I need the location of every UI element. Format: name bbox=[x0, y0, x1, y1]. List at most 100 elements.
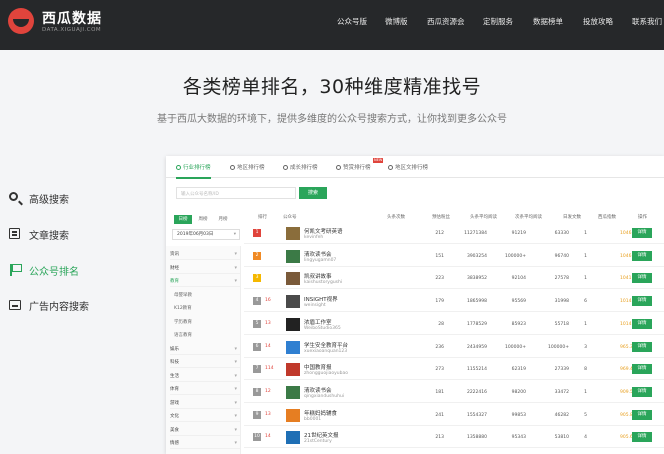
avatar[interactable] bbox=[286, 385, 300, 399]
rank-change: 13 bbox=[265, 411, 271, 417]
category-item[interactable]: 文化 ▾ bbox=[170, 411, 240, 422]
detail-button[interactable]: 详情 bbox=[632, 296, 652, 307]
category-item[interactable]: 游戏 ▾ bbox=[170, 398, 240, 409]
brand-name[interactable]: 西瓜数据 bbox=[42, 8, 102, 28]
rank-badge: 5 bbox=[253, 319, 261, 328]
new-badge: NEW bbox=[373, 158, 384, 163]
category-item[interactable]: 娱乐 ▾ bbox=[170, 344, 240, 355]
table-cell: 151 bbox=[435, 253, 444, 259]
tab-region-article-ranking[interactable]: 地区文排行榜 bbox=[388, 163, 428, 171]
table-cell: 1865998 bbox=[466, 299, 487, 305]
tab-label: 地区排行榜 bbox=[237, 165, 265, 171]
avatar[interactable] bbox=[286, 249, 300, 263]
category-item[interactable]: 财经 ▾ bbox=[170, 263, 240, 274]
table-cell: 85923 bbox=[511, 321, 526, 327]
category-item[interactable]: 教育 ▾ bbox=[170, 276, 240, 287]
side-menu-ad-content-search[interactable]: 广告内容搜索 bbox=[8, 297, 89, 313]
avatar[interactable] bbox=[286, 363, 300, 377]
side-menu-label: 文章搜索 bbox=[29, 230, 69, 242]
table-cell: 53810 bbox=[554, 435, 569, 441]
nav-item-ad-strategy[interactable]: 投放攻略 bbox=[583, 16, 613, 27]
nav-item-gongzhonghao[interactable]: 公众号版 bbox=[337, 16, 367, 27]
period-tab-month[interactable]: 月榜 bbox=[214, 215, 232, 224]
account-name[interactable]: 学生安全教育平台 bbox=[304, 341, 348, 349]
account-name[interactable]: INSIGHT视界 bbox=[304, 295, 338, 303]
tab-growth-ranking[interactable]: 成长排行榜 bbox=[283, 163, 318, 171]
detail-button[interactable]: 详情 bbox=[632, 318, 652, 329]
avatar[interactable] bbox=[286, 431, 300, 445]
category-subitem[interactable]: 母婴早教 bbox=[174, 290, 244, 301]
category-item[interactable]: 体育 ▾ bbox=[170, 384, 240, 395]
detail-button[interactable]: 详情 bbox=[632, 273, 652, 284]
nav-item-weibo[interactable]: 微博版 bbox=[385, 16, 408, 27]
detail-button[interactable]: 详情 bbox=[632, 341, 652, 352]
xigua-index-value: 905.6 bbox=[620, 435, 633, 441]
side-menu-article-search[interactable]: 文章搜索 bbox=[8, 226, 69, 242]
table-cell: 27578 bbox=[554, 276, 569, 282]
account-search-input[interactable]: 输入公众号名称/ID bbox=[176, 187, 296, 199]
account-name[interactable]: 年糕妈妈辅食 bbox=[304, 409, 337, 417]
account-name[interactable]: 何凯文考研英语 bbox=[304, 227, 343, 235]
nav-item-custom-service[interactable]: 定制服务 bbox=[483, 16, 513, 27]
category-subitem[interactable]: 语言教育 bbox=[174, 330, 244, 341]
column-header-second-read: 次条平均阅读 bbox=[515, 215, 542, 220]
table-row: 9 13 年糕妈妈辅食 bb0001 241 1554327 99853 46282 5 905.… bbox=[244, 405, 664, 426]
detail-button[interactable]: 详情 bbox=[632, 228, 652, 238]
table-cell: 92104 bbox=[511, 276, 526, 282]
table-cell: 212 bbox=[435, 231, 444, 236]
category-subitem[interactable]: 学历教育 bbox=[174, 317, 244, 328]
nav-item-resources[interactable]: 西瓜资源会 bbox=[427, 16, 465, 27]
category-item[interactable]: 科技 ▾ bbox=[170, 357, 240, 368]
detail-button[interactable]: 详情 bbox=[632, 364, 652, 375]
tab-industry-ranking[interactable]: 行业排行榜 bbox=[176, 163, 211, 179]
account-name[interactable]: 浓眉工作室 bbox=[304, 318, 332, 326]
nav-item-contact[interactable]: 联系我们 bbox=[632, 16, 662, 27]
xigua-logo-icon[interactable] bbox=[8, 8, 34, 34]
avatar[interactable] bbox=[286, 272, 300, 286]
table-cell: 6 bbox=[584, 299, 587, 305]
category-item[interactable]: 情感 ▾ bbox=[170, 438, 240, 449]
nav-item-data-rankings[interactable]: 数据榜单 bbox=[533, 16, 563, 27]
rank-badge: 4 bbox=[253, 297, 261, 306]
avatar[interactable] bbox=[286, 408, 300, 422]
avatar[interactable] bbox=[286, 295, 300, 309]
detail-button[interactable]: 详情 bbox=[632, 386, 652, 397]
table-cell: 28 bbox=[438, 321, 444, 327]
detail-button[interactable]: 详情 bbox=[632, 432, 652, 443]
chevron-down-icon: ▾ bbox=[234, 278, 237, 284]
chevron-down-icon: ▾ bbox=[234, 372, 237, 379]
column-header-headline-count: 头条次数 bbox=[387, 215, 405, 220]
period-tab-day[interactable]: 日榜 bbox=[174, 215, 192, 224]
detail-button[interactable]: 详情 bbox=[632, 409, 652, 420]
chevron-down-icon: ▾ bbox=[234, 251, 237, 257]
clock-icon bbox=[336, 165, 341, 170]
period-tab-week[interactable]: 周榜 bbox=[194, 215, 212, 224]
account-name[interactable]: 清欢读书会 bbox=[304, 386, 332, 394]
table-cell: 27339 bbox=[554, 367, 569, 373]
account-id: kevinfeh bbox=[304, 235, 324, 240]
avatar[interactable] bbox=[286, 317, 300, 331]
search-button[interactable]: 搜索 bbox=[299, 187, 327, 199]
date-picker[interactable]: 2019年06月03日 ▾ bbox=[172, 229, 240, 240]
account-name[interactable]: 中国教育报 bbox=[304, 363, 332, 371]
account-name[interactable]: 清欢读书会 bbox=[304, 250, 332, 258]
side-menu-account-ranking[interactable]: 公众号排名 bbox=[8, 262, 79, 278]
avatar[interactable] bbox=[286, 227, 300, 240]
table-row: 2 清欢读书会 lingyugamn07 151 3903254 100000+ 96740… bbox=[244, 246, 664, 267]
top-navigation-bar: 西瓜数据 DATA.XIGUAJI.COM 公众号版 微博版 西瓜资源会 定制服… bbox=[0, 0, 664, 50]
detail-button[interactable]: 详情 bbox=[632, 250, 652, 261]
column-header-avg-read: 头条平均阅读 bbox=[470, 215, 497, 220]
column-header-daily-posts: 日发文数 bbox=[563, 215, 581, 220]
side-menu-label: 广告内容搜索 bbox=[29, 301, 89, 313]
category-item[interactable]: 资讯 ▾ bbox=[170, 249, 240, 260]
side-menu-advanced-search[interactable]: 高级搜索 bbox=[8, 190, 69, 206]
avatar[interactable] bbox=[286, 340, 300, 354]
ranking-panel: 行业排行榜 地区排行榜 成长排行榜 赞赏排行榜 NEW 地区文排行榜 输入公众号… bbox=[166, 156, 664, 454]
rank-badge: 3 bbox=[253, 274, 261, 283]
category-subitem[interactable]: K12教育 bbox=[174, 303, 244, 314]
tab-region-ranking[interactable]: 地区排行榜 bbox=[230, 163, 265, 171]
tab-reward-ranking[interactable]: 赞赏排行榜 bbox=[336, 163, 371, 171]
category-item[interactable]: 美食 ▾ bbox=[170, 425, 240, 436]
table-cell: 1 bbox=[584, 276, 587, 282]
category-item[interactable]: 生活 ▾ bbox=[170, 371, 240, 382]
